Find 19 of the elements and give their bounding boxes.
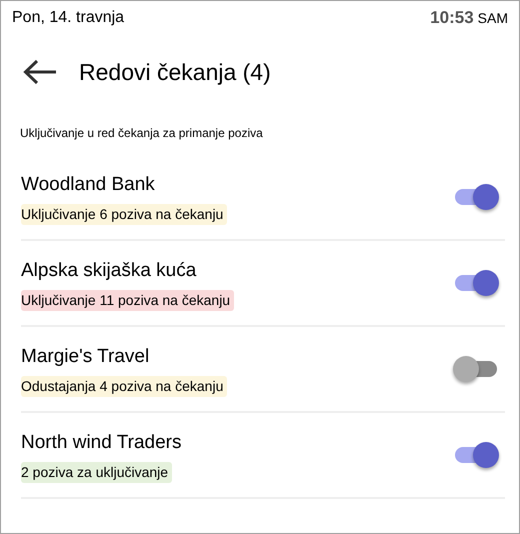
queue-name: North wind Traders — [21, 431, 182, 456]
queue-name: Woodland Bank — [21, 173, 156, 198]
page-title: Redovi čekanja (4) — [79, 58, 271, 87]
back-button[interactable] — [23, 57, 59, 87]
status-time: 10:53 — [430, 7, 474, 30]
section-label: Uključivanje u red čekanja za primanje poziva — [20, 126, 263, 140]
queue-status: Uključivanje 6 poziva na čekanju — [21, 204, 228, 225]
queue-toggle[interactable] — [453, 442, 499, 468]
queue-status: Uključivanje 11 poziva na čekanju — [21, 290, 234, 311]
back-arrow-icon — [23, 59, 57, 85]
queue-toggle[interactable] — [453, 356, 499, 382]
queue-status: 2 poziva za uključivanje — [21, 462, 172, 483]
queue-toggle[interactable] — [453, 184, 499, 210]
queue-toggle[interactable] — [453, 270, 499, 296]
status-date: Pon, 14. travnja — [12, 8, 124, 28]
status-period: SAM — [478, 9, 508, 28]
queue-name: Margie's Travel — [21, 345, 150, 370]
queue-status: Odustajanja 4 poziva na čekanju — [21, 376, 228, 397]
queue-name: Alpska skijaška kuća — [21, 259, 198, 284]
